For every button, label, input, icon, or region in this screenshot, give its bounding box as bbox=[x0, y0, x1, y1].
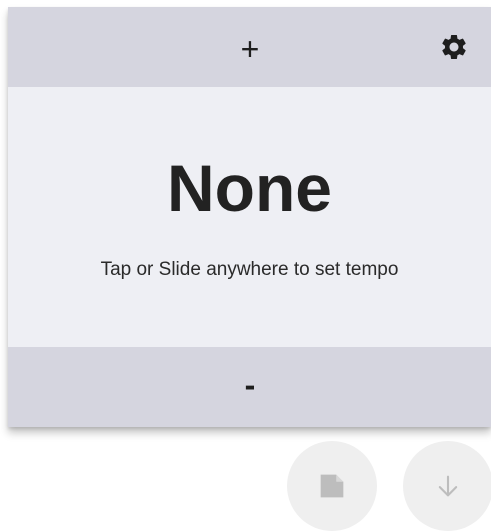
top-bar: + bbox=[8, 7, 491, 87]
bottom-bar: - bbox=[8, 347, 491, 427]
note-icon bbox=[320, 474, 344, 498]
gear-icon bbox=[442, 35, 466, 59]
tempo-card: + None Tap or Slide anywhere to set temp… bbox=[8, 7, 491, 427]
settings-button[interactable] bbox=[436, 29, 472, 65]
arrow-down-icon bbox=[438, 475, 458, 497]
decrease-tempo-button[interactable]: - bbox=[228, 363, 272, 407]
tap-area[interactable]: None Tap or Slide anywhere to set tempo bbox=[8, 87, 491, 347]
download-fab-button[interactable] bbox=[403, 441, 491, 531]
tempo-hint: Tap or Slide anywhere to set tempo bbox=[100, 259, 399, 280]
note-fab-button[interactable] bbox=[287, 441, 377, 531]
tempo-value: None bbox=[167, 151, 332, 225]
increase-tempo-button[interactable]: + bbox=[228, 27, 272, 71]
